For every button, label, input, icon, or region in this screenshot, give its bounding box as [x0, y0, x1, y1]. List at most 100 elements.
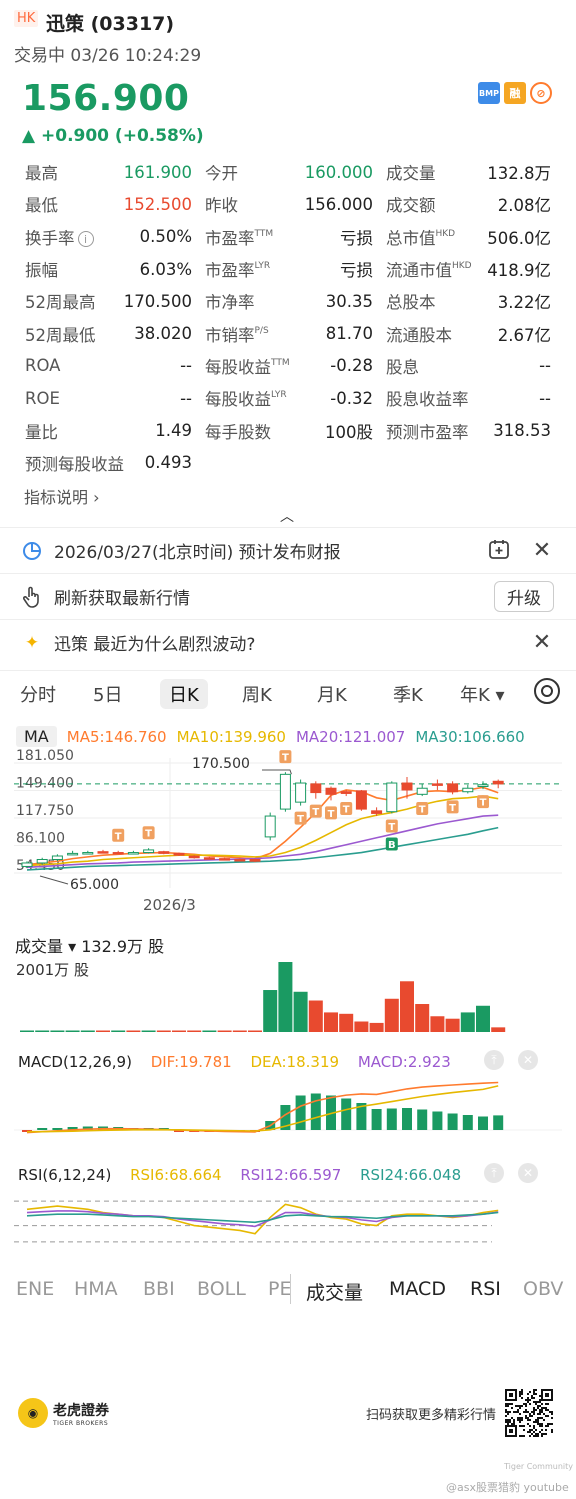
volume-bar [354, 1021, 369, 1032]
quote-value: 2.08亿 [497, 196, 551, 216]
qr-module [535, 1393, 537, 1395]
tab-hma[interactable]: HMA [74, 1278, 118, 1300]
bmp-badge-icon[interactable]: BMP [478, 82, 500, 104]
qr-module [513, 1419, 515, 1421]
add-calendar-icon[interactable] [488, 538, 510, 564]
qr-module [517, 1409, 519, 1411]
macd-pin-icon[interactable]: ⤒ [484, 1050, 504, 1070]
ma-label[interactable]: MA [16, 726, 57, 747]
quote-label: 每股收益LYR [205, 390, 287, 410]
qr-module [529, 1415, 531, 1417]
quote-value: 3.22亿 [497, 293, 551, 313]
indicator-explanation-link[interactable]: 指标说明 › [24, 484, 100, 508]
quote-cell: 每股收益TTM -0.28 [205, 354, 373, 378]
pie-chart-icon [22, 541, 42, 561]
candle [295, 779, 307, 806]
qr-module [539, 1413, 541, 1415]
qr-module [539, 1395, 541, 1397]
qr-module [517, 1405, 519, 1407]
qr-module [535, 1433, 537, 1435]
tab-bbi[interactable]: BBI [143, 1278, 175, 1300]
refresh-notice[interactable]: 刷新获取最新行情 升级 [0, 573, 576, 619]
tab-quarterly-k[interactable]: 季K [393, 681, 423, 707]
marker-label: B [388, 840, 396, 851]
qr-module [537, 1419, 539, 1421]
close-ai-notice-icon[interactable]: ✕ [532, 630, 552, 655]
macd-close-icon[interactable]: ✕ [518, 1050, 538, 1070]
qr-module [537, 1423, 539, 1425]
collapse-caret-icon[interactable]: ︿ [280, 506, 294, 526]
volume-bar [400, 981, 414, 1032]
qr-module [549, 1411, 551, 1413]
candle [462, 784, 474, 794]
qr-module [525, 1411, 527, 1413]
tab-rsi[interactable]: RSI [470, 1278, 501, 1300]
macd-chart[interactable] [0, 1072, 576, 1150]
qr-module [519, 1425, 521, 1427]
qr-module [507, 1411, 509, 1413]
info-icon[interactable]: i [77, 231, 94, 248]
quote-value: 418.9亿 [487, 261, 551, 281]
candle [264, 812, 276, 841]
tab-intraday[interactable]: 分时 [20, 681, 56, 707]
quote-label-sup: HKD [435, 228, 456, 239]
qr-module [543, 1407, 545, 1409]
qr-module [541, 1423, 543, 1425]
tap-hand-icon [22, 586, 42, 608]
tab-volume[interactable]: 成交量 [306, 1278, 363, 1305]
volume-title[interactable]: 成交量 ▾ 132.9万 股 [15, 933, 164, 957]
rsi-chart[interactable] [0, 1188, 576, 1258]
qr-module [511, 1423, 513, 1425]
marker-label: T [282, 753, 289, 764]
qr-module [509, 1421, 511, 1423]
upgrade-button[interactable]: 升级 [494, 581, 554, 612]
candle [82, 850, 94, 855]
quote-value: 506.0亿 [487, 228, 551, 248]
quote-label: 成交额 [386, 196, 436, 216]
tab-weekly-k[interactable]: 周K [242, 681, 272, 707]
watermark-author: @asx股票猎豹 youtube [446, 1481, 569, 1494]
rsi-pin-icon[interactable]: ⤒ [484, 1163, 504, 1183]
tab-pe[interactable]: PE [268, 1278, 290, 1300]
quote-label: 市盈率LYR [205, 261, 271, 281]
chart-settings-icon[interactable] [534, 678, 560, 704]
earnings-notice[interactable]: 2026/03/27(北京时间) 预计发布财报 ✕ [0, 527, 576, 573]
qr-finder-core [545, 1393, 549, 1397]
qr-module [525, 1415, 527, 1417]
qr-module [535, 1421, 537, 1423]
qr-module [519, 1407, 521, 1409]
short-sell-badge-icon[interactable]: ⊘ [530, 82, 552, 104]
qr-module [523, 1425, 525, 1427]
kline-chart[interactable]: 181.050149.400117.75086.10054.450T TTTT T T… [0, 748, 576, 918]
candle [279, 772, 291, 812]
marker-label: T [388, 822, 395, 833]
volume-chart[interactable]: 2001万 股 [0, 955, 576, 1037]
qr-module [539, 1423, 541, 1425]
candle-body [416, 787, 428, 795]
tab-boll[interactable]: BOLL [197, 1278, 246, 1300]
volume-bar [126, 1030, 141, 1032]
quote-value: 6.03% [139, 259, 192, 279]
rsi-close-icon[interactable]: ✕ [518, 1163, 538, 1183]
tab-macd[interactable]: MACD [389, 1278, 446, 1300]
macd-histogram-bar [52, 1128, 63, 1130]
quote-label-sup: HKD [452, 261, 472, 272]
tab-monthly-k[interactable]: 月K [317, 681, 347, 707]
margin-badge-icon[interactable]: 融 [504, 82, 526, 104]
tab-ene[interactable]: ENE [16, 1278, 54, 1300]
tab-daily-k[interactable]: 日K [160, 679, 208, 709]
quote-cell: 股息 -- [386, 354, 551, 378]
tab-yearly-k[interactable]: 年K ▾ [460, 681, 505, 707]
quote-cell: 市盈率TTM 亏损 [205, 225, 373, 249]
close-earnings-notice-icon[interactable]: ✕ [532, 538, 552, 563]
trade-marker: T [340, 802, 353, 816]
marker-label: T [328, 809, 335, 820]
qr-module [517, 1411, 519, 1413]
qr-module [551, 1423, 553, 1425]
tab-obv[interactable]: OBV [523, 1278, 563, 1300]
ai-question-notice[interactable]: ✦ 迅策 最近为什么剧烈波动? ✕ [0, 619, 576, 665]
candle-body [203, 857, 215, 860]
quote-label: 股息收益率 [386, 390, 469, 410]
quote-row: 最低 152.500 昨收 156.000 成交额 2.08亿 [25, 188, 551, 220]
tab-5day[interactable]: 5日 [93, 681, 122, 707]
